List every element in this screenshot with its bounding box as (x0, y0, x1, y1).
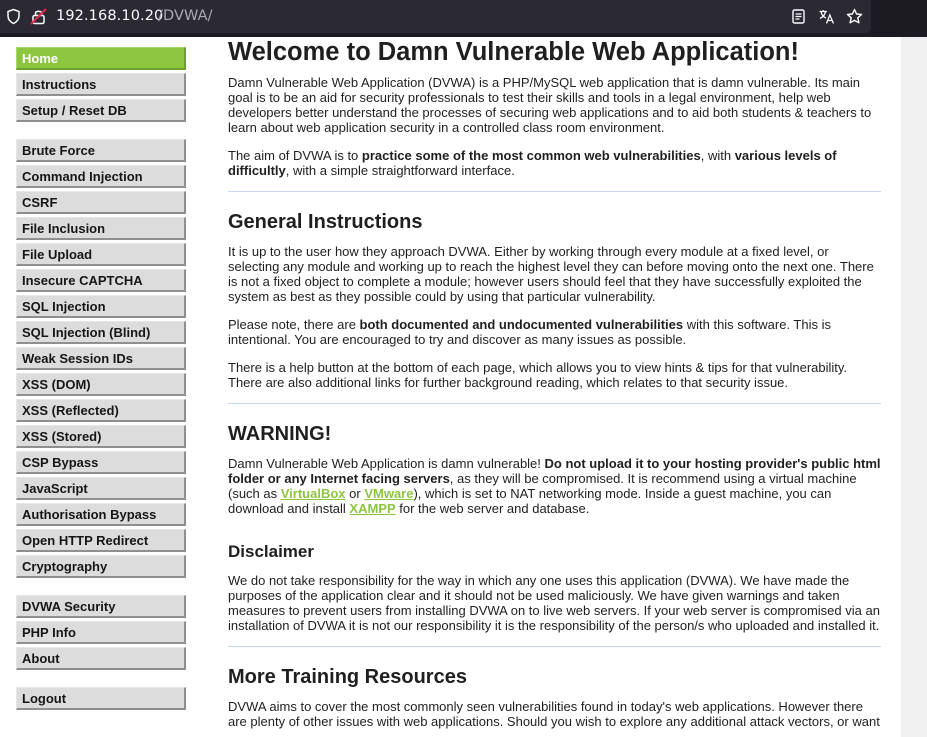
menu-item-xss-reflected[interactable]: XSS (Reflected) (16, 399, 186, 422)
training-resources-heading: More Training Resources (228, 666, 467, 688)
menu-item-setup-reset-db[interactable]: Setup / Reset DB (16, 99, 186, 122)
url-path[interactable]: /DVWA/ (158, 8, 213, 24)
main-body: Welcome to Damn Vulnerable Web Applicati… (228, 37, 881, 729)
xampp-link[interactable]: XAMPP (349, 501, 395, 516)
menu-item-logout[interactable]: Logout (16, 687, 186, 710)
vulnerabilities-note-paragraph: Please note, there are both documented a… (228, 317, 881, 347)
menu-item-open-http-redirect[interactable]: Open HTTP Redirect (16, 529, 186, 552)
warning-heading: WARNING! (228, 423, 332, 445)
browser-toolbar: 192.168.10.20 /DVWA/ (0, 0, 927, 37)
menu-group-settings: DVWA Security PHP Info About (16, 595, 186, 670)
menu-item-javascript[interactable]: JavaScript (16, 477, 186, 500)
divider (228, 403, 881, 404)
main-menu: Home Instructions Setup / Reset DB Brute… (16, 47, 186, 727)
aim-text-3: , with a simple straightforward interfac… (285, 163, 515, 178)
url-host[interactable]: 192.168.10.20 (56, 8, 163, 24)
aim-paragraph: The aim of DVWA is to practice some of t… (228, 148, 881, 178)
note-text: Please note, there are (228, 317, 360, 332)
training-resources-paragraph: DVWA aims to cover the most commonly see… (228, 699, 880, 729)
menu-item-cryptography[interactable]: Cryptography (16, 555, 186, 578)
divider (228, 646, 881, 647)
menu-group-vulnerabilities: Brute Force Command Injection CSRF File … (16, 139, 186, 578)
general-instructions-paragraph: It is up to the user how they approach D… (228, 244, 874, 304)
bookmark-star-icon[interactable] (846, 8, 863, 25)
aim-text-2: , with (700, 148, 735, 163)
menu-item-dvwa-security[interactable]: DVWA Security (16, 595, 186, 618)
disclaimer-heading: Disclaimer (228, 542, 314, 561)
aim-text: The aim of DVWA is to (228, 148, 362, 163)
help-button-paragraph: There is a help button at the bottom of … (228, 360, 848, 390)
warning-text-5: for the web server and database. (395, 501, 590, 516)
menu-item-file-inclusion[interactable]: File Inclusion (16, 217, 186, 240)
menu-item-instructions[interactable]: Instructions (16, 73, 186, 96)
menu-item-csp-bypass[interactable]: CSP Bypass (16, 451, 186, 474)
menu-item-weak-session-ids[interactable]: Weak Session IDs (16, 347, 186, 370)
note-emphasis: both documented and undocumented vulnera… (359, 317, 684, 332)
menu-item-sql-injection[interactable]: SQL Injection (16, 295, 186, 318)
intro-paragraph: Damn Vulnerable Web Application (DVWA) i… (228, 75, 872, 135)
warning-paragraph: Damn Vulnerable Web Application is damn … (228, 456, 881, 516)
page-title: Welcome to Damn Vulnerable Web Applicati… (228, 38, 799, 66)
menu-item-sql-injection-blind[interactable]: SQL Injection (Blind) (16, 321, 186, 344)
address-bar[interactable]: 192.168.10.20 /DVWA/ (0, 0, 871, 33)
menu-item-xss-dom[interactable]: XSS (DOM) (16, 373, 186, 396)
disclaimer-paragraph: We do not take responsibility for the wa… (228, 573, 880, 633)
scrollbar-track[interactable] (901, 37, 927, 737)
menu-item-csrf[interactable]: CSRF (16, 191, 186, 214)
reader-view-icon[interactable] (790, 8, 807, 25)
vmware-link[interactable]: VMware (364, 486, 413, 501)
menu-item-home[interactable]: Home (16, 47, 186, 70)
menu-item-php-info[interactable]: PHP Info (16, 621, 186, 644)
menu-group-session: Logout (16, 687, 186, 710)
menu-item-insecure-captcha[interactable]: Insecure CAPTCHA (16, 269, 186, 292)
page-content: Home Instructions Setup / Reset DB Brute… (0, 37, 901, 737)
lock-icon[interactable] (30, 8, 47, 25)
menu-item-xss-stored[interactable]: XSS (Stored) (16, 425, 186, 448)
translate-icon[interactable] (818, 8, 835, 25)
menu-item-file-upload[interactable]: File Upload (16, 243, 186, 266)
menu-item-brute-force[interactable]: Brute Force (16, 139, 186, 162)
aim-emphasis: practice some of the most common web vul… (361, 148, 701, 163)
menu-group-general: Home Instructions Setup / Reset DB (16, 47, 186, 122)
menu-item-about[interactable]: About (16, 647, 186, 670)
virtualbox-link[interactable]: VirtualBox (281, 486, 346, 501)
general-instructions-heading: General Instructions (228, 211, 423, 233)
menu-item-authorisation-bypass[interactable]: Authorisation Bypass (16, 503, 186, 526)
menu-item-command-injection[interactable]: Command Injection (16, 165, 186, 188)
warning-text: Damn Vulnerable Web Application is damn … (228, 456, 545, 471)
divider (228, 191, 881, 192)
shield-icon[interactable] (5, 8, 22, 25)
warning-text-3: or (345, 486, 365, 501)
